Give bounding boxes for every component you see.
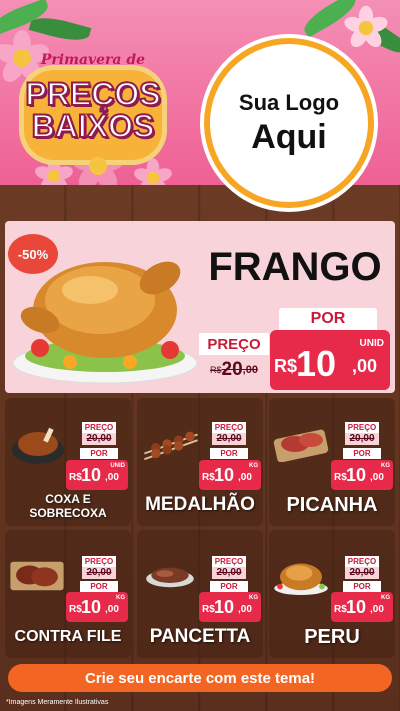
coxa-image [12, 427, 64, 464]
peru-por-label: POR [343, 581, 381, 592]
coxa-price: R$ 10 ,00 UNID [66, 460, 128, 490]
peru-unit: KG [381, 595, 390, 601]
medalhao-image [144, 431, 198, 461]
pancetta-image [146, 567, 194, 588]
pancetta-currency: R$ [202, 604, 215, 615]
contra-file-price: R$ 10 ,00 KG [66, 592, 128, 622]
hero-preco-label: PREÇO [199, 333, 269, 355]
picanha-price-int: 10 [346, 465, 367, 485]
promo-badge: Primavera de PREÇOS BAIXOS [18, 52, 168, 162]
pancetta-preco-label: PREÇO [212, 556, 246, 567]
peru-old-price: 20,00 [345, 567, 379, 579]
coxa-name-line1: COXA E [45, 492, 91, 506]
pancetta-unit: KG [249, 595, 258, 601]
badge-subtitle: Primavera de [40, 52, 146, 68]
pancetta-old-price: 20,00 [212, 567, 246, 579]
peru-image [274, 563, 328, 596]
peru-currency: R$ [334, 604, 347, 615]
medalhao-old-price: 20,00 [212, 433, 246, 445]
hero-unit: UNID [359, 338, 384, 349]
coxa-unit: UNID [110, 463, 125, 469]
pancetta-price: R$ 10 ,00 KG [199, 592, 261, 622]
hero-old-price: R$ 20 ,00 [199, 355, 269, 385]
badge-title-line2: BAIXOS [31, 107, 156, 145]
picanha-por-label: POR [343, 448, 381, 459]
pancetta-por-label: POR [210, 581, 248, 592]
peru-price-int: 10 [346, 597, 367, 617]
coxa-currency: R$ [69, 472, 82, 483]
medalhao-name: MEDALHÃO [145, 494, 255, 515]
logo-placeholder[interactable]: Sua Logo Aqui [210, 44, 368, 202]
contra-file-unit: KG [116, 595, 125, 601]
logo-text-line1: Sua Logo [238, 89, 340, 115]
picanha-price-dec: ,00 [370, 472, 384, 483]
coxa-name: COXA E SOBRECOXA [5, 492, 131, 520]
medalhao-price-int: 10 [214, 465, 235, 485]
picanha-image [273, 429, 329, 462]
medalhao-price-dec: ,00 [238, 472, 252, 483]
peru-preco-label: PREÇO [345, 556, 379, 567]
pancetta-price-dec: ,00 [238, 604, 252, 615]
pancetta-name: PANCETTA [149, 626, 251, 647]
hero-por-label: POR [279, 308, 377, 330]
discount-badge: -50% [8, 234, 58, 274]
hero-price-int: 10 [296, 343, 337, 384]
pancetta-price-int: 10 [214, 597, 235, 617]
peru-name: PERU [304, 626, 360, 648]
hero-old-price-dec: ,00 [242, 364, 258, 376]
medalhao-price: R$ 10 ,00 KG [199, 460, 261, 490]
hero-old-price-int: 20 [221, 359, 243, 380]
coxa-price-int: 10 [81, 465, 102, 485]
hero-product-name: FRANGO [208, 245, 382, 289]
disclaimer-text: *Imagens Meramente Ilustrativas [6, 699, 109, 706]
contra-file-image [10, 561, 64, 591]
contra-file-old-price: 20,00 [82, 567, 116, 579]
picanha-old-price: 20,00 [345, 433, 379, 445]
hero-old-currency: R$ [210, 365, 222, 375]
cta-button[interactable]: Crie seu encarte com este tema! [8, 664, 392, 692]
contra-file-name: CONTRA FILE [14, 628, 122, 645]
coxa-old-price: 20,00 [82, 433, 116, 445]
peru-price: R$ 10 ,00 KG [331, 592, 393, 622]
coxa-por-label: POR [80, 448, 118, 459]
flower-decoration [342, 5, 390, 51]
picanha-preco-label: PREÇO [345, 422, 379, 433]
hero-price: R$ 10 ,00 UNID [270, 330, 390, 390]
medalhao-unit: KG [249, 463, 258, 469]
picanha-name: PICANHA [286, 494, 378, 516]
medalhao-por-label: POR [210, 448, 248, 459]
picanha-price: R$ 10 ,00 KG [331, 460, 393, 490]
picanha-unit: KG [381, 463, 390, 469]
medalhao-currency: R$ [202, 472, 215, 483]
contra-file-por-label: POR [80, 581, 118, 592]
hero-currency: R$ [274, 356, 298, 376]
logo-text-line2: Aqui [251, 117, 327, 156]
peru-price-dec: ,00 [370, 604, 384, 615]
coxa-price-dec: ,00 [105, 472, 119, 483]
contra-file-price-int: 10 [81, 597, 102, 617]
contra-file-currency: R$ [69, 604, 82, 615]
contra-file-preco-label: PREÇO [82, 556, 116, 567]
medalhao-preco-label: PREÇO [212, 422, 246, 433]
coxa-name-line2: SOBRECOXA [29, 506, 107, 520]
hero-price-dec: ,00 [352, 356, 378, 376]
contra-file-price-dec: ,00 [105, 604, 119, 615]
coxa-preco-label: PREÇO [82, 422, 116, 433]
picanha-currency: R$ [334, 472, 347, 483]
